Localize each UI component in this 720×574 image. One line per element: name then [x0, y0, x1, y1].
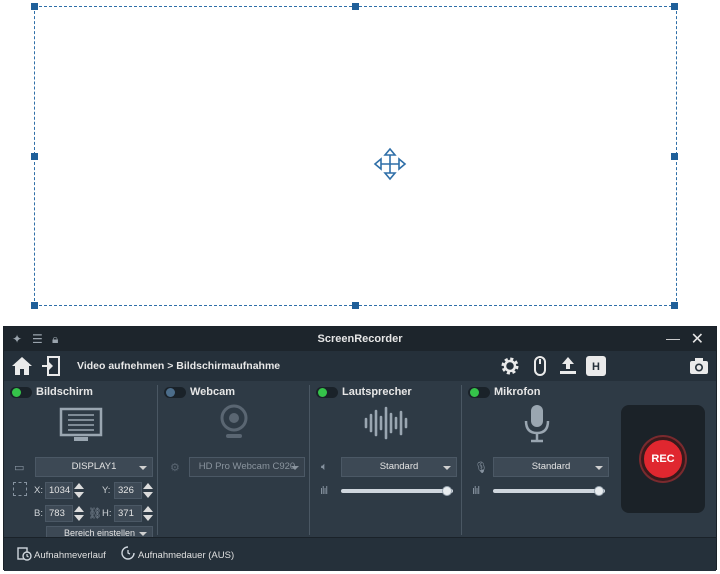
toolbar: Video aufnehmen > Bildschirmaufnahme H: [4, 351, 716, 381]
link-icon[interactable]: ⛓: [88, 507, 102, 520]
resize-handle-top[interactable]: [352, 3, 359, 10]
x-label: X:: [34, 485, 43, 496]
breadcrumb: Video aufnehmen > Bildschirmaufnahme: [77, 360, 281, 372]
duration-link[interactable]: Aufnahmedauer (AUS): [138, 550, 234, 561]
webcam-icon: [220, 404, 248, 438]
history-link[interactable]: Aufnahmeverlauf: [34, 550, 106, 561]
webcam-device: HD Pro Webcam C920: [198, 461, 296, 472]
resize-handle-bottom-right[interactable]: [671, 302, 678, 309]
microphone-select[interactable]: Standard: [493, 457, 609, 477]
timer-icon[interactable]: [120, 545, 136, 561]
y-stepper[interactable]: [143, 482, 153, 499]
w-stepper[interactable]: [74, 505, 84, 522]
resize-handle-top-right[interactable]: [671, 3, 678, 10]
microphone-volume-knob[interactable]: [594, 486, 605, 496]
resize-handle-bottom-left[interactable]: [31, 302, 38, 309]
x-stepper[interactable]: [74, 482, 84, 499]
resize-handle-left[interactable]: [31, 153, 38, 160]
minimize-button[interactable]: —: [666, 330, 680, 346]
display-value: DISPLAY1: [71, 461, 117, 472]
exit-icon[interactable]: [40, 355, 62, 377]
home-icon[interactable]: [10, 355, 34, 377]
speaker-volume-slider[interactable]: [341, 486, 453, 496]
microphone-toggle[interactable]: [468, 387, 490, 398]
y-label: Y:: [102, 485, 111, 496]
title-bar: ✦ ☰ 🔒︎ ScreenRecorder — ✕: [4, 327, 716, 351]
webcam-select[interactable]: HD Pro Webcam C920: [189, 457, 305, 477]
microphone-device: Standard: [531, 461, 571, 472]
speaker-title: Lautsprecher: [342, 386, 412, 398]
region-icon: [13, 482, 27, 496]
display-select[interactable]: DISPLAY1: [35, 457, 153, 477]
screen-panel: Bildschirm ▭ DISPLAY1 X: 1034 Y: 326 B: …: [4, 381, 156, 541]
resize-handle-bottom[interactable]: [352, 302, 359, 309]
webcam-settings-icon: ⚙: [170, 462, 180, 474]
upload-icon[interactable]: [557, 355, 579, 377]
webcam-toggle[interactable]: [164, 387, 186, 398]
mic-small-icon: 🎙︎: [474, 462, 488, 474]
speaker-toggle[interactable]: [316, 387, 338, 398]
window-title: ScreenRecorder: [317, 333, 403, 345]
h-input[interactable]: 371: [114, 505, 142, 522]
screen-title: Bildschirm: [36, 386, 93, 398]
resize-handle-top-left[interactable]: [31, 3, 38, 10]
history-icon[interactable]: [16, 545, 32, 561]
w-input[interactable]: 783: [45, 505, 73, 522]
microphone-volume-slider[interactable]: [493, 486, 605, 496]
move-icon[interactable]: [373, 147, 407, 181]
microphone-panel: Mikrofon 🎙︎ Standard ılıl: [462, 381, 612, 537]
speaker-device: Standard: [379, 461, 419, 472]
hotkey-label: H: [592, 361, 600, 373]
speaker-panel: Lautsprecher 🔈︎ Standard ılıl: [310, 381, 460, 537]
monitor-icon: [59, 407, 103, 441]
gear-icon[interactable]: [499, 355, 521, 377]
resize-handle-right[interactable]: [671, 153, 678, 160]
capture-region[interactable]: [31, 3, 678, 309]
y-input[interactable]: 326: [114, 482, 142, 499]
recorder-window: ✦ ☰ 🔒︎ ScreenRecorder — ✕ Video aufnehme…: [3, 326, 717, 571]
webcam-title: Webcam: [190, 386, 236, 398]
microphone-title: Mikrofon: [494, 386, 541, 398]
speaker-volume-knob[interactable]: [442, 486, 453, 496]
mouse-icon[interactable]: [529, 355, 551, 377]
webcam-panel: Webcam ⚙ HD Pro Webcam C920: [158, 381, 308, 537]
speaker-select[interactable]: Standard: [341, 457, 457, 477]
speaker-icon: 🔈︎: [321, 461, 328, 473]
status-bar: Aufnahmeverlauf Aufnahmedauer (AUS): [4, 537, 716, 571]
x-input[interactable]: 1034: [45, 482, 73, 499]
close-button[interactable]: ✕: [691, 329, 704, 349]
h-label: H:: [102, 508, 112, 519]
record-panel: REC: [621, 405, 705, 513]
record-button[interactable]: REC: [641, 437, 685, 481]
screen-toggle[interactable]: [10, 387, 32, 398]
display-icon: ▭: [14, 462, 25, 474]
speaker-level-icon: ılıl: [320, 485, 328, 497]
hotkey-button[interactable]: H: [586, 356, 606, 376]
w-label: B:: [34, 508, 43, 519]
mic-level-icon: ılıl: [472, 485, 480, 497]
h-stepper[interactable]: [143, 505, 153, 522]
speaker-wave-icon: [364, 406, 408, 440]
camera-icon[interactable]: [688, 355, 710, 377]
microphone-icon: [524, 405, 550, 443]
